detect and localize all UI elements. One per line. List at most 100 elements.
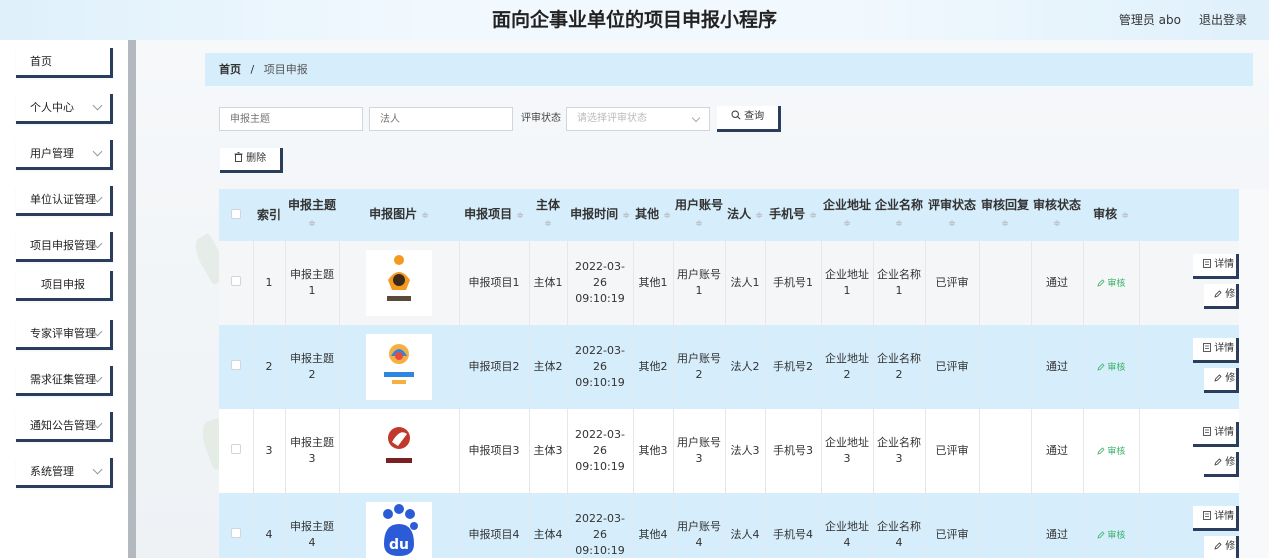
sidebar-item-label: 通知公告管理 [30, 419, 96, 432]
cell-legal: 法人2 [725, 325, 766, 409]
cell-phone: 手机号2 [765, 325, 822, 409]
cell-body: 主体4 [529, 493, 568, 558]
cell-other: 其他4 [633, 493, 674, 558]
row-checkbox[interactable] [230, 360, 241, 370]
cell-audit-status: 通过 [1031, 241, 1084, 325]
row-checkbox[interactable] [230, 528, 241, 538]
row-checkbox[interactable] [230, 444, 241, 454]
cell-address: 企业地址3 [821, 409, 874, 493]
cell-review-status: 已评审 [925, 409, 980, 493]
sidebar-scrollbar[interactable] [128, 40, 136, 558]
detail-button[interactable]: 详情 [1193, 338, 1239, 363]
cell-body: 主体1 [529, 241, 568, 325]
sidebar-item-9[interactable]: 系统管理 [16, 458, 113, 488]
edit-button[interactable]: 修改 [1204, 284, 1239, 309]
sidebar-item-5[interactable]: 项目申报 [16, 271, 113, 301]
edit-button[interactable]: 修改 [1204, 452, 1239, 477]
cell-account: 用户账号2 [673, 325, 726, 409]
header-project[interactable]: 申报项目 ≑ [459, 189, 529, 241]
audit-link[interactable]: 审核 [1096, 362, 1125, 373]
review-status-label: 评审状态 [521, 113, 561, 124]
header-body[interactable]: 主体 ≑ [529, 189, 567, 241]
cell-company: 企业名称3 [873, 409, 926, 493]
project-logo-image [366, 250, 432, 316]
cell-phone: 手机号3 [765, 409, 822, 493]
detail-button[interactable]: 详情 [1193, 422, 1239, 447]
delete-button[interactable]: 删除 [220, 148, 283, 173]
header-review-status[interactable]: 评审状态 ≑ [925, 189, 979, 241]
edit-button[interactable]: 修改 [1204, 536, 1239, 558]
sidebar-item-4[interactable]: 项目申报管理 [16, 232, 113, 262]
header-audit-status[interactable]: 审核状态 ≑ [1031, 189, 1083, 241]
header-index[interactable]: 索引 [253, 189, 285, 241]
row-checkbox[interactable] [230, 276, 241, 286]
sidebar-item-2[interactable]: 用户管理 [16, 140, 113, 170]
table-row[interactable]: 2 申报主题2 申报项目2 主体2 2022-03-26 09:10:19 其他2 用户账号… [219, 325, 1239, 409]
breadcrumb-home[interactable]: 首页 [219, 63, 241, 76]
cell-address: 企业地址2 [821, 325, 874, 409]
header-image[interactable]: 申报图片 ≑ [339, 189, 459, 241]
audit-link[interactable]: 审核 [1096, 531, 1125, 541]
row-image-cell [339, 241, 460, 325]
review-status-select[interactable]: 请选择评审状态 [566, 107, 710, 131]
select-all-checkbox[interactable] [231, 208, 241, 219]
row-image-cell [339, 409, 460, 493]
header-other[interactable]: 其他 ≑ [633, 189, 673, 241]
sidebar-item-3[interactable]: 单位认证管理 [16, 186, 113, 216]
table-row[interactable]: 1 申报主题1 申报项目1 主体1 2022-03-26 09:10:19 其他1 用户账号… [219, 241, 1239, 325]
header-account[interactable]: 用户账号 ≑ [673, 189, 725, 241]
sidebar-item-0[interactable]: 首页 [16, 48, 113, 78]
detail-button[interactable]: 详情 [1193, 254, 1239, 279]
cell-index: 2 [253, 325, 286, 409]
header-address[interactable]: 企业地址 ≑ [821, 189, 873, 241]
edit-button-label: 修改 [1225, 373, 1236, 384]
pencil-icon [1096, 362, 1105, 371]
sidebar-item-label: 首页 [30, 55, 52, 68]
cell-other: 其他1 [633, 241, 674, 325]
table-row[interactable]: 3 申报主题3 申报项目3 主体3 2022-03-26 09:10:19 其他3 用户账号… [219, 409, 1239, 493]
chevron-down-icon [691, 113, 701, 123]
cell-legal: 法人3 [725, 409, 766, 493]
header-phone[interactable]: 手机号 ≑ [765, 189, 821, 241]
sidebar-item-1[interactable]: 个人中心 [16, 94, 113, 124]
cell-subject: 申报主题1 [285, 241, 340, 325]
cell-audit-reply [979, 325, 1032, 409]
row-select-cell [219, 409, 254, 493]
cell-project: 申报项目2 [459, 325, 530, 409]
detail-button[interactable]: 详情 [1193, 506, 1239, 531]
table-right-edge [1239, 189, 1269, 558]
legal-search-input[interactable] [369, 107, 513, 131]
header-audit[interactable]: 审核 ≑ [1083, 189, 1139, 241]
subject-search-input[interactable] [219, 107, 363, 131]
document-icon [1203, 511, 1211, 520]
edit-button[interactable]: 修改 [1204, 368, 1239, 393]
sidebar-item-label: 系统管理 [30, 465, 74, 478]
header-audit-reply[interactable]: 审核回复 ≑ [979, 189, 1031, 241]
sidebar-item-7[interactable]: 需求征集管理 [16, 366, 113, 396]
audit-link[interactable]: 审核 [1096, 447, 1125, 457]
search-button[interactable]: 查询 [717, 106, 781, 132]
cell-account: 用户账号4 [673, 493, 726, 558]
header-time[interactable]: 申报时间 ≑ [567, 189, 633, 241]
chevron-down-icon [92, 146, 103, 157]
header-legal[interactable]: 法人 ≑ [725, 189, 765, 241]
cell-account: 用户账号1 [673, 241, 726, 325]
cell-phone: 手机号4 [765, 493, 822, 558]
review-status-placeholder: 请选择评审状态 [577, 113, 647, 124]
logout-button[interactable]: 退出登录 [1199, 0, 1247, 40]
sidebar-item-label: 项目申报 [41, 278, 85, 291]
sidebar-item-label: 专家评审管理 [30, 327, 96, 340]
cell-project: 申报项目1 [459, 241, 530, 325]
row-audit-cell: 审核 [1083, 325, 1140, 409]
cell-subject: 申报主题3 [285, 409, 340, 493]
breadcrumb-current: 项目申报 [263, 63, 308, 76]
row-select-cell [219, 325, 254, 409]
detail-button-label: 详情 [1214, 511, 1235, 522]
header-company[interactable]: 企业名称 ≑ [873, 189, 925, 241]
table-row[interactable]: 4 申报主题4 du 申报项目4 主体4 2022-03-26 09:10:19 其他4 用户… [219, 493, 1239, 558]
sidebar-item-8[interactable]: 通知公告管理 [16, 412, 113, 442]
header-subject[interactable]: 申报主题 ≑ [285, 189, 339, 241]
project-logo-image [366, 418, 432, 484]
audit-link[interactable]: 审核 [1096, 279, 1125, 289]
sidebar-item-6[interactable]: 专家评审管理 [16, 320, 113, 350]
